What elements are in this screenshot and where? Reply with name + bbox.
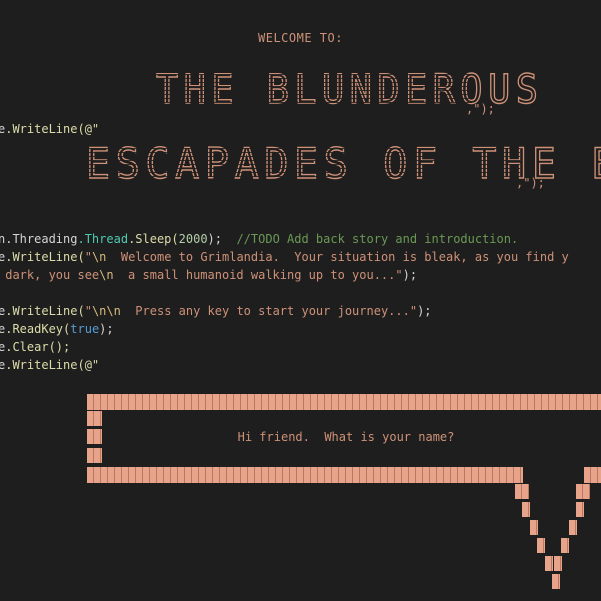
line2-class: .Thread: [77, 232, 129, 246]
line2-end: );: [207, 232, 222, 246]
line8-method: .WriteLine(@": [5, 358, 100, 372]
speech-bubble-top-border: [87, 394, 601, 410]
line7-method: .Clear();: [5, 340, 71, 354]
line6-end: );: [99, 322, 114, 336]
line4-string-1: dark, you see: [0, 268, 100, 282]
line5-end: );: [417, 304, 432, 318]
line6-keyword: true: [70, 322, 100, 336]
speech-bubble-left-border-1: [87, 411, 102, 426]
bubble-tail-left-5: [545, 556, 553, 571]
speech-bubble-left-border-3: [87, 448, 102, 463]
bubble-tail-left-2: [522, 502, 530, 517]
code-editor[interactable]: WELCOME TO: THE BLUNDEROUS ,"); e.WriteL…: [0, 0, 601, 601]
line5-string: Press any key to start your journey...": [120, 304, 418, 318]
line6-method: .ReadKey(: [5, 322, 71, 336]
line2-comment: //TODO Add back story and introduction.: [222, 232, 519, 246]
bubble-tail-left-3: [530, 520, 538, 535]
bubble-tail-left-4: [537, 538, 545, 553]
title-1-tail: ");: [473, 102, 495, 116]
code-line-clear[interactable]: e.Clear();: [0, 338, 70, 356]
code-line-writeline-press-key[interactable]: e.WriteLine("\n\n Press any key to start…: [0, 302, 432, 320]
code-line-writeline-2[interactable]: e.WriteLine(@": [0, 356, 99, 374]
line3-method: .WriteLine(: [5, 250, 85, 264]
line2-method: .Sleep(: [128, 232, 179, 246]
speech-bubble-bottom-border: [87, 467, 523, 483]
line3-string: Welcome to Grimlandia. Your situation is…: [106, 250, 569, 264]
line3-escape: \n: [91, 250, 107, 264]
line5-method: .WriteLine(: [5, 304, 85, 318]
ascii-title-line-1-comma: ,");: [466, 102, 495, 116]
line2-namespace: .Threading: [5, 232, 78, 246]
code-line-writeline-welcome[interactable]: e.WriteLine("\n Welcome to Grimlandia. Y…: [0, 248, 569, 266]
line4-escape: \n: [99, 268, 114, 282]
bubble-tail-bottom: [552, 574, 560, 589]
line5-quote: ": [84, 304, 92, 318]
code-line-readkey[interactable]: e.ReadKey(true);: [0, 320, 114, 338]
speech-bubble-text: Hi friend. What is your name?: [237, 430, 455, 444]
line3-quote: ": [84, 250, 92, 264]
bubble-tail-right-1: [576, 484, 590, 499]
bubble-tail-right-4: [561, 538, 569, 553]
code-line-welcome-continued[interactable]: dark, you see\n a small humanoid walking…: [0, 266, 417, 284]
title-2-tail: ");: [523, 176, 545, 190]
bubble-tail-right-2: [576, 502, 584, 517]
line2-number: 2000: [178, 232, 208, 246]
ascii-title-line-2-comma: ,");: [516, 176, 545, 190]
code-line-thread-sleep[interactable]: n.Threading.Thread.Sleep(2000); //TODO A…: [0, 230, 518, 248]
bubble-tail-right-5: [554, 556, 562, 571]
speech-bubble-right-cap: [584, 467, 601, 483]
code-line-writeline-1[interactable]: e.WriteLine(@": [0, 120, 99, 138]
bubble-tail-left-1: [515, 484, 529, 499]
welcome-text: WELCOME TO:: [258, 31, 343, 45]
line4-end: );: [402, 268, 418, 282]
line4-string-2: a small humanoid walking up to you...": [113, 268, 403, 282]
line1-method: .WriteLine(@": [5, 122, 100, 136]
line5-escape: \n\n: [91, 304, 121, 318]
bubble-tail-right-3: [569, 520, 577, 535]
